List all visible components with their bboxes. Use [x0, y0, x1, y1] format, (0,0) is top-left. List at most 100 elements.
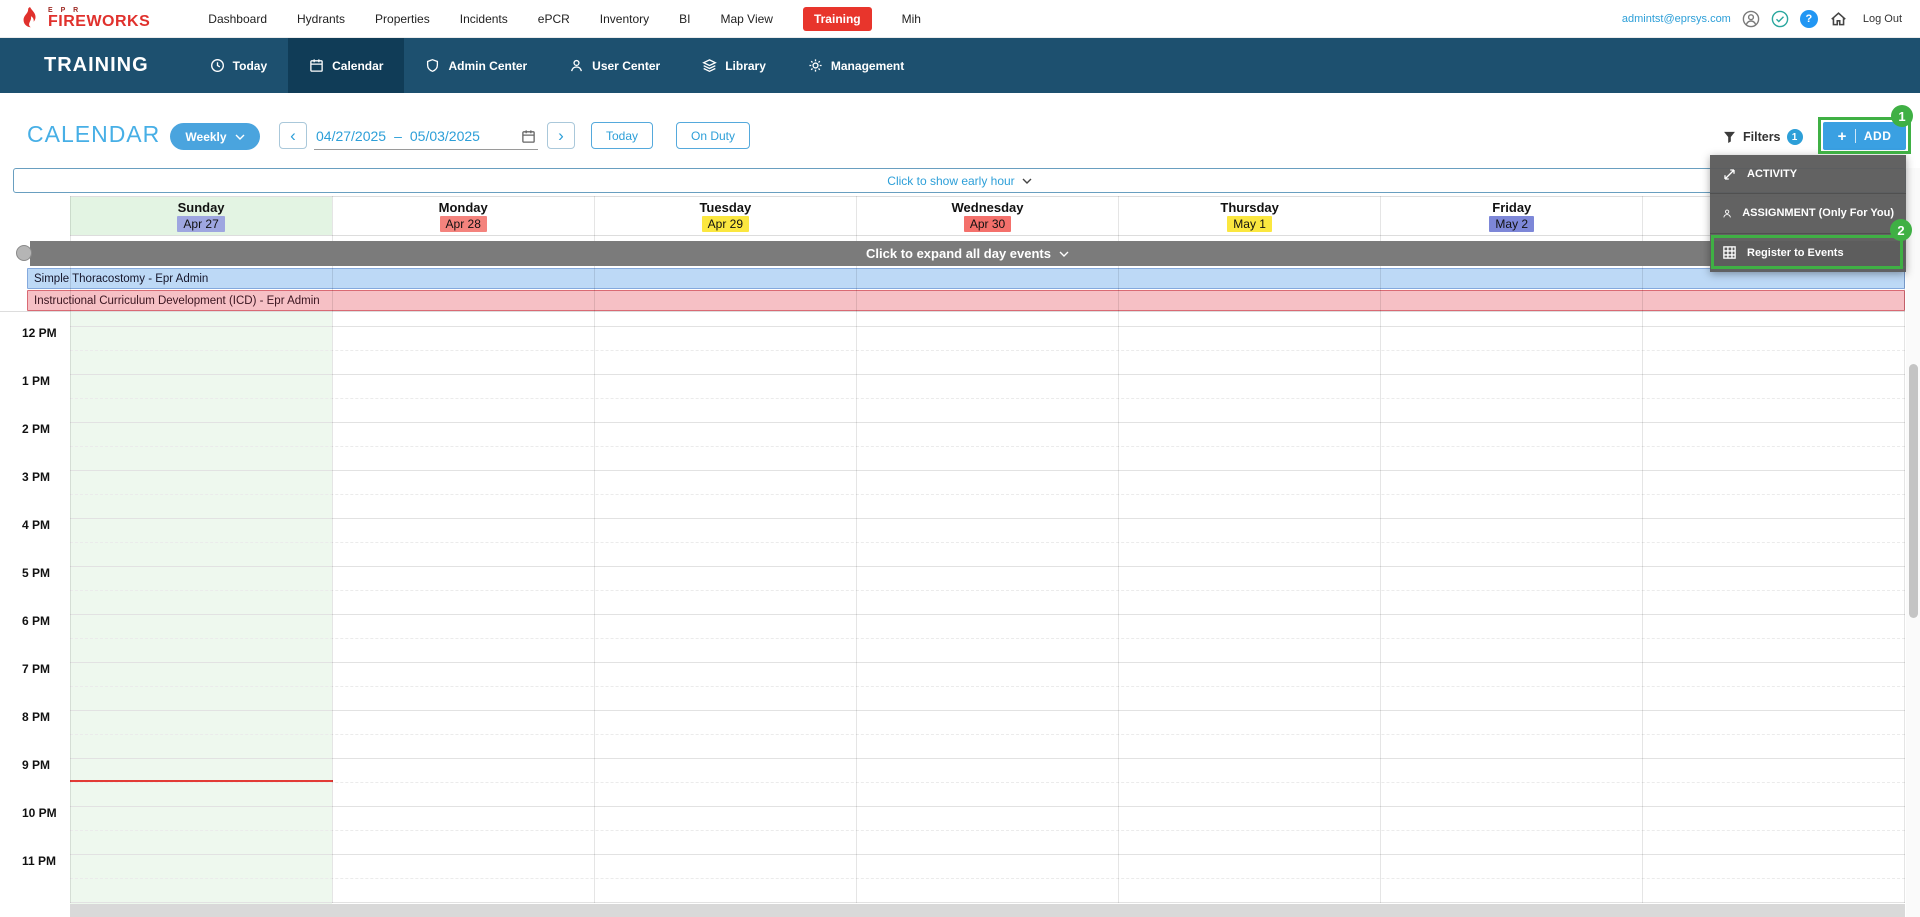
nav-item-epcr[interactable]: ePCR — [538, 12, 570, 26]
home-icon[interactable] — [1829, 10, 1848, 28]
day-header-monday: Monday Apr 28 — [332, 197, 594, 235]
date-range-input[interactable]: 04/27/2025 – 05/03/2025 — [314, 123, 538, 150]
gear-icon — [809, 59, 822, 72]
on-duty-button[interactable]: On Duty — [676, 122, 751, 149]
tab-calendar[interactable]: Calendar — [288, 38, 405, 93]
menu-item-register-to-events[interactable]: Register to Events — [1710, 232, 1906, 272]
nav-item-dashboard[interactable]: Dashboard — [208, 12, 267, 26]
tab-library[interactable]: Library — [681, 38, 787, 93]
user-email[interactable]: admintst@eprsys.com — [1622, 13, 1731, 25]
time-gutter: 12 PM 1 PM 2 PM 3 PM 4 PM 5 PM 6 PM 7 PM… — [0, 312, 70, 903]
time-label: 4 PM — [22, 518, 51, 532]
show-early-hour-bar[interactable]: Click to show early hour — [13, 168, 1906, 193]
expand-all-day-events-bar[interactable]: Click to expand all day events — [30, 241, 1905, 266]
allday-drag-handle[interactable] — [16, 245, 32, 261]
menu-item-label: ASSIGNMENT (Only For You) — [1742, 207, 1894, 220]
time-label: 2 PM — [22, 422, 51, 436]
help-icon[interactable]: ? — [1799, 9, 1818, 28]
tab-label: Admin Center — [448, 58, 528, 73]
time-label: 12 PM — [22, 326, 57, 340]
nav-item-inventory[interactable]: Inventory — [600, 12, 649, 26]
add-button[interactable]: + ADD — [1823, 122, 1906, 150]
add-button-label: ADD — [1863, 129, 1892, 143]
logout-button[interactable]: Log Out — [1863, 13, 1902, 25]
calendar-grid[interactable] — [70, 326, 1905, 903]
annotation-step1-badge: 1 — [1891, 105, 1913, 127]
plus-icon: + — [1837, 127, 1847, 145]
chevron-down-icon — [235, 134, 245, 140]
annotation-step2-badge: 2 — [1890, 219, 1912, 241]
day-header-row: Sunday Apr 27 Monday Apr 28 Tuesday Apr … — [70, 196, 1905, 236]
day-name: Friday — [1492, 200, 1532, 215]
assignee-icon — [1723, 209, 1731, 218]
calendar-icon — [310, 59, 323, 72]
day-date-badge: May 1 — [1227, 216, 1272, 232]
day-date-badge: Apr 28 — [439, 216, 487, 232]
tab-admin-center[interactable]: Admin Center — [404, 38, 548, 93]
vertical-scrollbar-thumb[interactable] — [1909, 364, 1918, 618]
day-name: Sunday — [177, 200, 225, 215]
menu-item-activity[interactable]: ACTIVITY — [1710, 155, 1906, 193]
chevron-down-icon — [1022, 178, 1032, 184]
add-dropdown-menu: ACTIVITY ASSIGNMENT (Only For You) Regis… — [1710, 155, 1906, 272]
next-week-button[interactable]: › — [547, 122, 575, 149]
nav-item-hydrants[interactable]: Hydrants — [297, 12, 345, 26]
main-nav: Dashboard Hydrants Properties Incidents … — [208, 6, 921, 31]
module-title: TRAINING — [44, 54, 149, 76]
current-time-indicator — [70, 780, 333, 782]
day-name: Tuesday — [699, 200, 752, 215]
today-button[interactable]: Today — [591, 122, 654, 149]
topbar-right-cluster: admintst@eprsys.com ? Log Out — [1622, 9, 1902, 28]
time-label: 8 PM — [22, 710, 51, 724]
day-header-thursday: Thursday May 1 — [1119, 197, 1381, 235]
prev-week-button[interactable]: ‹ — [279, 122, 307, 149]
nav-item-training-active[interactable]: Training — [802, 6, 872, 31]
training-module-bar: TRAINING Today Calendar Admin Center Use… — [0, 38, 1920, 93]
menu-item-label: Register to Events — [1747, 246, 1844, 259]
day-date-badge: Apr 29 — [701, 216, 750, 232]
chevron-down-icon — [1059, 251, 1069, 257]
filters-label: Filters — [1743, 130, 1781, 144]
check-circle-icon[interactable] — [1771, 10, 1789, 28]
show-early-hour-label: Click to show early hour — [887, 173, 1015, 188]
shield-icon — [427, 58, 439, 73]
tab-label: Calendar — [332, 58, 384, 73]
filters-button[interactable]: Filters 1 — [1722, 125, 1803, 149]
tab-label: Today — [232, 58, 268, 73]
view-select-weekly[interactable]: Weekly — [170, 123, 260, 150]
date-range-start: 04/27/2025 — [316, 128, 387, 144]
grid-icon — [1723, 246, 1736, 260]
tab-management[interactable]: Management — [787, 38, 925, 93]
all-day-event[interactable]: Instructional Curriculum Development (IC… — [27, 290, 1905, 311]
datepicker-icon[interactable] — [521, 129, 536, 144]
grid-top-divider — [0, 311, 1905, 312]
brand-logo[interactable]: E P R FIREWORKS — [18, 6, 150, 32]
nav-item-properties[interactable]: Properties — [375, 12, 430, 26]
day-name: Wednesday — [951, 200, 1024, 215]
time-label: 6 PM — [22, 614, 51, 628]
menu-item-assignment[interactable]: ASSIGNMENT (Only For You) — [1710, 193, 1906, 232]
tab-label: Library — [725, 58, 766, 73]
tab-label: Management — [830, 58, 905, 73]
user-icon — [571, 59, 583, 72]
nav-item-incidents[interactable]: Incidents — [460, 12, 508, 26]
horizontal-scrollbar-track[interactable] — [70, 904, 1905, 917]
tab-today[interactable]: Today — [189, 38, 288, 93]
diagonal-arrows-icon — [1724, 169, 1735, 180]
nav-item-mih[interactable]: Mih — [902, 12, 921, 26]
module-tabs: Today Calendar Admin Center User Center … — [189, 38, 926, 93]
brand-logo-text: FIREWORKS — [48, 13, 151, 30]
nav-item-bi[interactable]: BI — [679, 12, 690, 26]
day-name: Monday — [438, 200, 488, 215]
layers-icon — [702, 59, 718, 73]
time-label: 1 PM — [22, 374, 51, 388]
day-header-wednesday: Wednesday Apr 30 — [856, 197, 1118, 235]
time-label: 10 PM — [22, 806, 57, 820]
page-title: CALENDAR — [27, 121, 161, 147]
all-day-event[interactable]: Simple Thoracostomy - Epr Admin — [27, 268, 1905, 289]
avatar-icon[interactable] — [1742, 10, 1760, 28]
tab-user-center[interactable]: User Center — [548, 38, 681, 93]
top-navigation-bar: E P R FIREWORKS Dashboard Hydrants Prope… — [0, 0, 1920, 38]
view-select-label: Weekly — [185, 129, 227, 144]
nav-item-mapview[interactable]: Map View — [720, 12, 772, 26]
